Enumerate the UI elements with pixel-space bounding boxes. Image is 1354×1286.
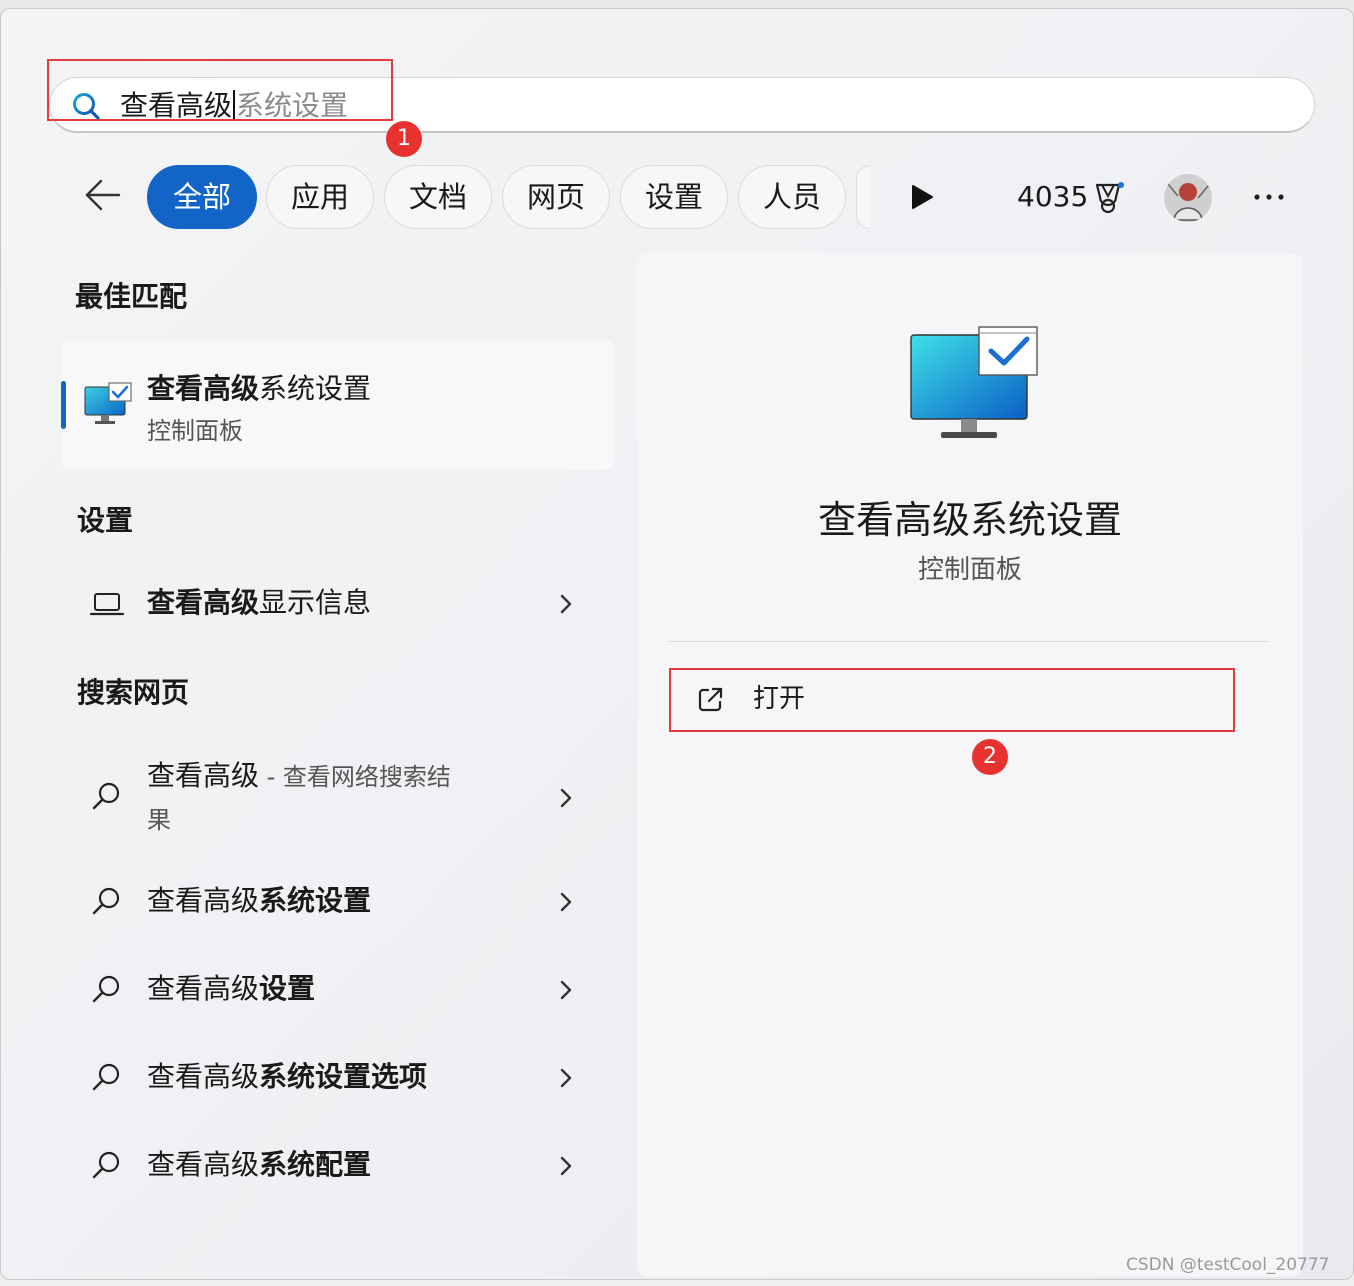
web-result-1-query: 查看高级 [147,759,260,792]
web-result-4[interactable]: 查看高级系统设置选项 [61,1043,615,1113]
web-result-1[interactable]: 查看高级 - 查看网络搜索结 果 [61,749,615,849]
web-result-1-label: 查看高级 - 查看网络搜索结 [147,757,507,796]
web-result-1-line2: 果 [147,806,171,834]
trophy-icon[interactable] [1089,179,1127,217]
chevron-right-icon [560,892,572,912]
web-search-heading: 搜索网页 [77,676,190,709]
search-panel: 查看高级系统设置 1 全部 应用 文档 网页 设置 人员 4035 最佳匹配 [0,8,1354,1280]
laptop-icon [89,593,125,616]
web-result-5-bold: 系统配置 [259,1148,372,1181]
tab-web[interactable]: 网页 [502,165,610,229]
annotation-box-2 [669,668,1235,732]
web-result-2-label: 查看高级系统设置 [147,882,371,920]
web-result-3[interactable]: 查看高级设置 [61,955,615,1025]
chevron-right-icon [560,594,572,614]
settings-result-label: 查看高级显示信息 [147,584,371,622]
watermark: CSDN @testCool_20777 [1126,1255,1330,1275]
best-match-title-rest: 系统设置 [259,372,372,405]
selection-indicator [61,381,66,429]
monitor-checkmark-icon [84,382,132,424]
web-result-5-label: 查看高级系统配置 [147,1146,371,1184]
web-result-1-suffix: - 查看网络搜索结 [259,763,451,791]
search-icon [92,1151,120,1179]
tab-documents[interactable]: 文档 [384,165,492,229]
best-match-title: 查看高级系统设置 [147,367,371,407]
web-result-3-plain: 查看高级 [147,972,260,1005]
detail-subtitle: 控制面板 [917,555,1022,585]
monitor-checkmark-icon [910,326,1038,438]
user-avatar[interactable] [1164,174,1212,222]
web-result-4-bold: 系统设置选项 [259,1060,428,1093]
annotation-badge-1: 1 [386,121,422,157]
settings-result-bold: 查看高级 [147,586,260,619]
best-match-subtitle: 控制面板 [147,417,243,445]
more-options-icon[interactable] [1249,185,1289,209]
tab-overflow-partial [856,165,870,229]
web-result-4-label: 查看高级系统设置选项 [147,1058,427,1096]
settings-result-display-info[interactable]: 查看高级显示信息 [61,569,615,639]
settings-heading: 设置 [77,504,134,537]
result-detail-pane: 查看高级系统设置 控制面板 打开 [637,253,1303,1277]
search-icon [92,1063,120,1091]
chevron-right-icon [560,1156,572,1176]
chevron-right-icon [560,980,572,1000]
tab-all[interactable]: 全部 [147,165,257,229]
tab-people[interactable]: 人员 [738,165,846,229]
web-result-4-plain: 查看高级 [147,1060,260,1093]
web-result-5[interactable]: 查看高级系统配置 [61,1131,615,1201]
web-result-5-plain: 查看高级 [147,1148,260,1181]
search-icon [92,782,120,810]
search-icon [92,887,120,915]
back-arrow-icon[interactable] [79,171,127,219]
search-icon [92,975,120,1003]
chevron-right-icon [560,788,572,808]
detail-title: 查看高级系统设置 [817,498,1122,542]
tab-settings[interactable]: 设置 [620,165,728,229]
divider [669,641,1269,642]
annotation-box-1 [47,59,393,121]
best-match-heading: 最佳匹配 [75,280,188,313]
rewards-points[interactable]: 4035 [1017,177,1088,217]
web-result-2-bold: 系统设置 [259,884,372,917]
web-result-2-plain: 查看高级 [147,884,260,917]
play-icon[interactable] [907,181,937,213]
web-result-3-bold: 设置 [259,972,316,1005]
web-result-3-label: 查看高级设置 [147,970,315,1008]
avatar-image [1164,174,1212,222]
best-match-result[interactable]: 查看高级系统设置 控制面板 [61,341,615,469]
web-result-2[interactable]: 查看高级系统设置 [61,867,615,937]
chevron-right-icon [560,1068,572,1088]
annotation-badge-2: 2 [972,739,1008,775]
settings-result-rest: 显示信息 [259,586,372,619]
best-match-title-bold: 查看高级 [147,372,260,405]
tab-apps[interactable]: 应用 [266,165,374,229]
